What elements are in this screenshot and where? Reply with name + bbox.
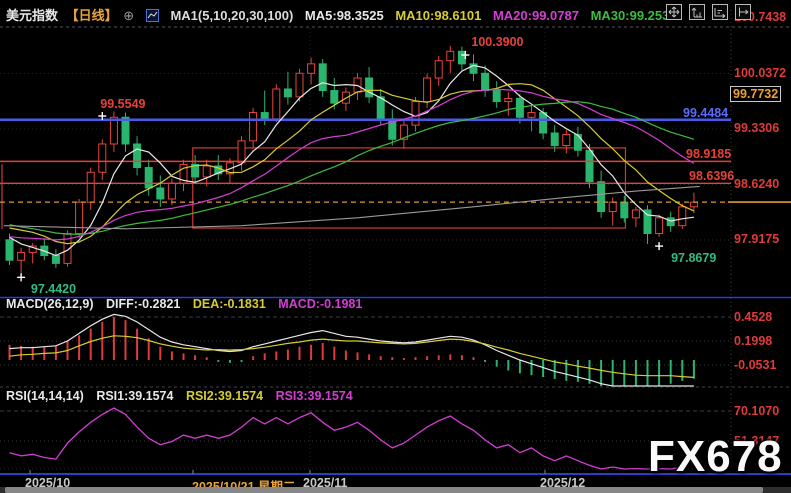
plus-circle-icon[interactable]: ⊕ (123, 8, 134, 23)
macd-value: MACD:-0.1981 (278, 297, 363, 311)
ma5-value: MA5:98.3525 (304, 8, 384, 23)
chart-type-icon[interactable] (145, 9, 159, 25)
horizontal-scrollbar[interactable] (0, 487, 791, 493)
ma-settings-label[interactable]: MA1(5,10,20,30,100) (170, 8, 293, 23)
chart-canvas[interactable] (0, 0, 791, 493)
rsi3-value: RSI3:39.1574 (275, 389, 353, 403)
chart-header: 美元指数 【日线】 ⊕ MA1(5,10,20,30,100) MA5:98.3… (6, 5, 677, 25)
rsi-title[interactable]: RSI(14,14,14) (6, 389, 84, 403)
x-axis-zoom-icon[interactable] (712, 4, 728, 20)
macd-panel-labels: MACD(26,12,9) DIFF:-0.2821 DEA:-0.1831 M… (6, 297, 371, 311)
scrollbar-thumb[interactable] (5, 487, 763, 493)
rsi2-value: RSI2:39.1574 (185, 389, 264, 403)
move-chart-icon[interactable] (666, 4, 682, 20)
macd-diff-value: DIFF:-0.2821 (106, 297, 181, 311)
fx678-watermark: FX678 (648, 432, 783, 481)
rsi-panel-labels: RSI(14,14,14) RSI1:39.1574 RSI2:39.1574 … (6, 389, 362, 403)
macd-title[interactable]: MACD(26,12,9) (6, 297, 94, 311)
pan-right-icon[interactable] (735, 4, 751, 20)
ma30-value: MA30:99.253 (590, 8, 670, 23)
chart-toolbar (666, 4, 751, 20)
symbol-title: 美元指数 (6, 8, 59, 23)
macd-dea-value: DEA:-0.1831 (192, 297, 266, 311)
rsi1-value: RSI1:39.1574 (96, 389, 174, 403)
y-axis-zoom-icon[interactable] (689, 4, 705, 20)
trading-chart-window: 100.7438 100.0372 99.7732 99.3306 98.6240 97.… (0, 0, 791, 493)
ma10-value: MA10:98.6101 (395, 8, 482, 23)
period-label[interactable]: 【日线】 (66, 8, 118, 23)
ma20-value: MA20:99.0787 (492, 8, 579, 23)
